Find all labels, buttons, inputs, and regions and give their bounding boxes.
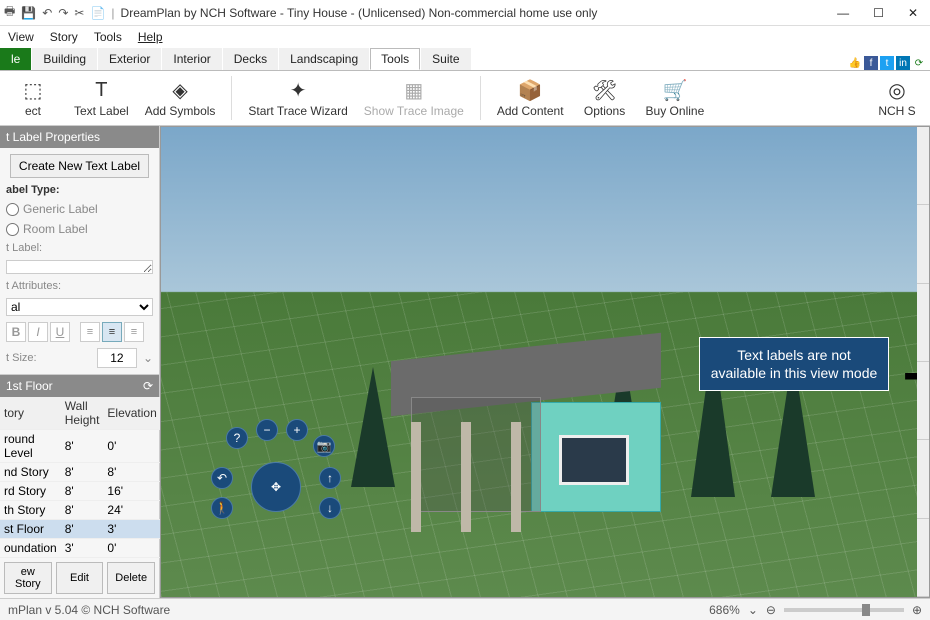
help-icon[interactable]: ? [226, 427, 248, 449]
menu-tools[interactable]: Tools [94, 30, 122, 44]
radio-room-label[interactable]: Room Label [6, 222, 153, 236]
minimize-button[interactable]: — [837, 6, 849, 20]
zoom-in-icon[interactable]: + [286, 419, 308, 441]
text-label-button[interactable]: TText Label [74, 78, 129, 118]
tab-tools[interactable]: Tools [370, 48, 420, 70]
copy-icon[interactable]: 📄 [90, 6, 105, 20]
text-label-header: t Label: [6, 242, 153, 254]
cut-icon[interactable]: ✂ [74, 6, 84, 20]
table-row[interactable]: rd Story8'16' [0, 482, 161, 501]
table-row[interactable]: nd Story8'8' [0, 463, 161, 482]
navigation-pad[interactable]: ✥ ? − + 📷 ↑ ↓ ↶ 🚶 [201, 427, 341, 537]
right-toolbar[interactable] [917, 127, 929, 597]
panel-header: t Label Properties [0, 126, 159, 148]
text-size-label: t Size: [6, 352, 37, 364]
size-dropdown-icon[interactable]: ⌄ [143, 351, 153, 365]
align-left-button[interactable]: ≡ [80, 322, 100, 342]
text-label-input[interactable] [6, 260, 153, 274]
tab-file[interactable]: le [0, 48, 31, 70]
show-trace-button: ▦Show Trace Image [364, 78, 464, 118]
table-row[interactable]: oundation3'0' [0, 539, 161, 558]
start-trace-button[interactable]: ✦Start Trace Wizard [248, 78, 347, 118]
menu-bar: View Story Tools Help [0, 26, 930, 48]
zoom-slider[interactable] [784, 608, 904, 612]
divider [231, 76, 232, 120]
label-type-header: abel Type: [6, 184, 153, 196]
camera-icon[interactable]: 📷 [313, 435, 335, 457]
menu-view[interactable]: View [8, 30, 34, 44]
create-text-label-button[interactable]: Create New Text Label [10, 154, 149, 178]
add-symbols-button[interactable]: ◈Add Symbols [145, 78, 216, 118]
italic-button[interactable]: I [28, 322, 48, 342]
buy-online-button[interactable]: 🛒Buy Online [646, 78, 705, 118]
text-attributes-header: t Attributes: [6, 280, 153, 292]
add-content-button[interactable]: 📦Add Content [497, 78, 564, 118]
nav-down-icon[interactable]: ↓ [319, 497, 341, 519]
zoom-level: 686% [709, 603, 740, 617]
tree [351, 367, 395, 487]
window-title: DreamPlan by NCH Software - Tiny House -… [121, 6, 598, 20]
undo-icon[interactable]: ↶ [42, 6, 52, 20]
ribbon-tabs: le Building Exterior Interior Decks Land… [0, 48, 930, 70]
edit-story-button[interactable]: Edit [56, 562, 104, 594]
underline-button[interactable]: U [50, 322, 70, 342]
zoom-dropdown-icon[interactable]: ⌄ [748, 603, 758, 617]
title-bar: 🖶 💾 ↶ ↷ ✂ 📄 | DreamPlan by NCH Software … [0, 0, 930, 26]
print-icon[interactable]: 🖶 [4, 2, 15, 23]
align-center-button[interactable]: ≡ [102, 322, 122, 342]
ribbon-toolbar: ⬚ect TText Label ◈Add Symbols ✦Start Tra… [0, 70, 930, 126]
table-row[interactable]: th Story8'24' [0, 501, 161, 520]
align-right-button[interactable]: ≡ [124, 322, 144, 342]
floor-panel-header: 1st Floor⟳ [0, 375, 159, 397]
quick-access-toolbar: 🖶 💾 ↶ ↷ ✂ 📄 [4, 2, 105, 23]
zoom-out-icon[interactable]: − [256, 419, 278, 441]
font-select[interactable]: al [6, 298, 153, 316]
redo-icon[interactable]: ↷ [58, 6, 68, 20]
zoom-in-button[interactable]: ⊕ [912, 603, 922, 617]
table-row[interactable]: st Floor8'3' [0, 520, 161, 539]
properties-sidebar: t Label Properties Create New Text Label… [0, 126, 160, 598]
close-button[interactable]: ✕ [908, 6, 918, 20]
new-story-button[interactable]: ew Story [4, 562, 52, 594]
nch-suite-button[interactable]: ◎NCH S [872, 78, 922, 118]
status-bar: mPlan v 5.04 © NCH Software 686% ⌄ ⊖ ⊕ [0, 598, 930, 620]
house-model [391, 347, 651, 537]
zoom-out-button[interactable]: ⊖ [766, 603, 776, 617]
3d-viewport[interactable]: Text labels are not available in this vi… [160, 126, 930, 598]
tab-building[interactable]: Building [32, 48, 97, 70]
nav-center[interactable]: ✥ [251, 462, 301, 512]
options-button[interactable]: 🛠Options [580, 78, 630, 118]
floors-table: toryWall HeightElevation round Level8'0'… [0, 397, 161, 558]
tab-interior[interactable]: Interior [162, 48, 221, 70]
text-size-input[interactable] [97, 348, 137, 368]
tab-decks[interactable]: Decks [223, 48, 278, 70]
status-text: mPlan v 5.04 © NCH Software [8, 603, 170, 617]
menu-story[interactable]: Story [50, 30, 78, 44]
menu-help[interactable]: Help [138, 30, 163, 44]
view-mode-notice: Text labels are not available in this vi… [699, 337, 889, 391]
tab-landscaping[interactable]: Landscaping [279, 48, 369, 70]
refresh-icon[interactable]: ⟳ [143, 379, 153, 393]
table-row[interactable]: round Level8'0' [0, 430, 161, 463]
save-icon[interactable]: 💾 [21, 6, 36, 20]
maximize-button[interactable]: ☐ [873, 6, 884, 20]
tab-exterior[interactable]: Exterior [98, 48, 161, 70]
radio-generic-label[interactable]: Generic Label [6, 202, 153, 216]
separator: | [111, 6, 114, 20]
rotate-left-icon[interactable]: ↶ [211, 467, 233, 489]
nav-up-icon[interactable]: ↑ [319, 467, 341, 489]
bold-button[interactable]: B [6, 322, 26, 342]
select-button[interactable]: ⬚ect [8, 78, 58, 118]
delete-story-button[interactable]: Delete [107, 562, 155, 594]
tab-suite[interactable]: Suite [421, 48, 470, 70]
divider [480, 76, 481, 120]
walk-icon[interactable]: 🚶 [211, 497, 233, 519]
